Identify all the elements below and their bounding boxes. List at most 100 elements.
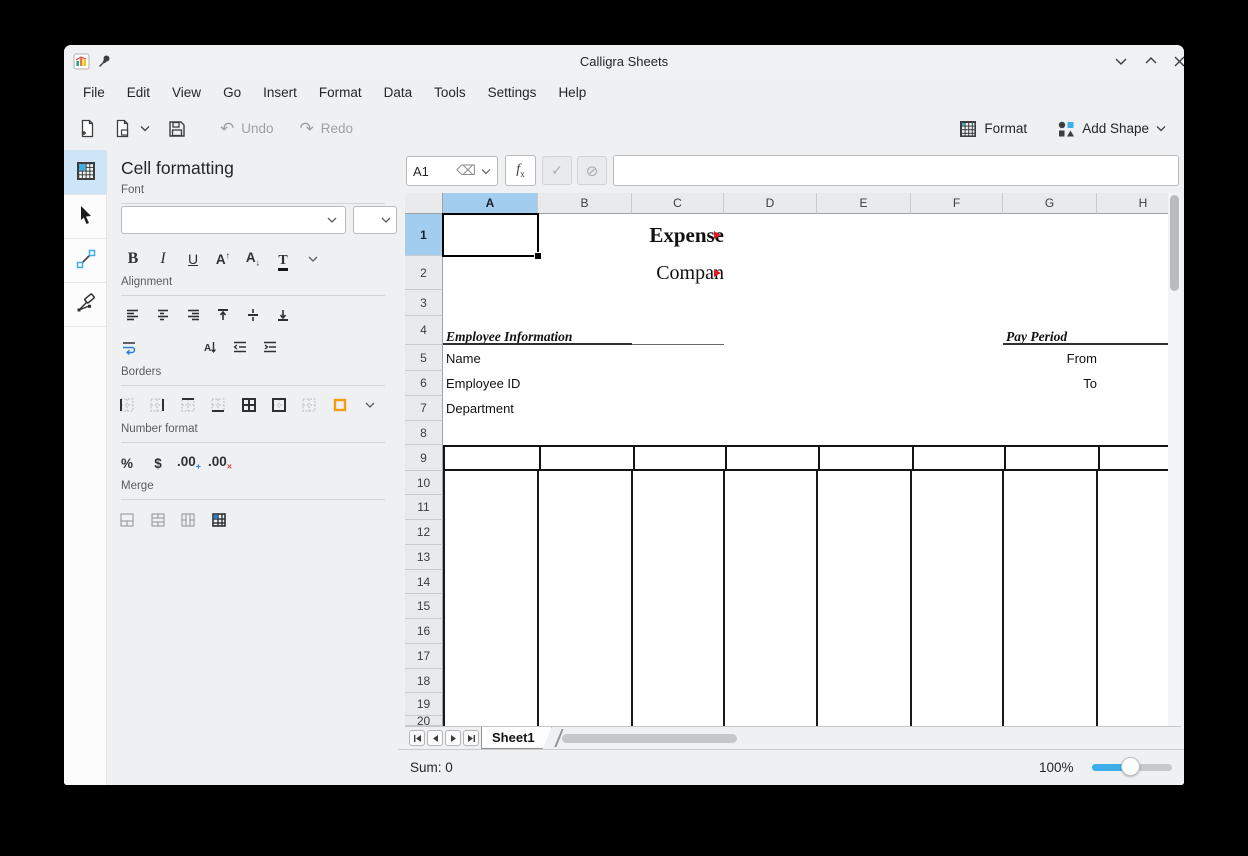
row-header-9[interactable]: 9	[405, 445, 443, 471]
border-outline-button[interactable]	[265, 392, 293, 418]
column-header-E[interactable]: E	[817, 193, 911, 214]
open-dropdown-chevron-icon[interactable]	[138, 115, 152, 143]
calligraphy-tool[interactable]	[64, 282, 107, 327]
table-header-date[interactable]	[445, 447, 540, 469]
last-sheet-button[interactable]	[463, 730, 479, 746]
more-button[interactable]	[299, 246, 327, 272]
zoom-slider-handle[interactable]	[1121, 757, 1140, 776]
border-top-button[interactable]	[174, 392, 202, 418]
clear-icon[interactable]: ⌫	[456, 163, 476, 179]
decrease-indent-button[interactable]	[226, 334, 254, 360]
more-button[interactable]	[356, 392, 384, 418]
save-button[interactable]	[164, 115, 190, 143]
menu-view[interactable]: View	[161, 81, 212, 104]
table-header-total[interactable]	[1099, 447, 1168, 469]
vertical-scrollbar-thumb[interactable]	[1170, 195, 1179, 291]
horizontal-scrollbar-thumb[interactable]	[562, 734, 737, 743]
selection-fill-handle[interactable]	[534, 252, 542, 260]
row-header-17[interactable]: 17	[405, 644, 443, 669]
border-none-button[interactable]	[295, 392, 323, 418]
selection-tool[interactable]	[64, 194, 107, 239]
open-document-button[interactable]	[109, 115, 136, 143]
align-center-horizontal-button[interactable]	[149, 302, 177, 328]
merge-horizontal-button[interactable]	[144, 507, 172, 533]
apply-button[interactable]: ✓	[542, 156, 572, 185]
align-left-button[interactable]	[119, 302, 147, 328]
menu-edit[interactable]: Edit	[116, 81, 161, 104]
row-header-10[interactable]: 10	[405, 471, 443, 495]
column-header-H[interactable]: H	[1097, 193, 1168, 214]
row-header-2[interactable]: 2	[405, 256, 443, 290]
row-header-3[interactable]: 3	[405, 290, 443, 316]
font-size-combo[interactable]	[353, 206, 397, 234]
maximize-button[interactable]	[1139, 50, 1163, 72]
connection-tool[interactable]	[64, 238, 107, 283]
next-sheet-button[interactable]	[445, 730, 461, 746]
cell-A7[interactable]: Department	[443, 396, 541, 421]
row-header-13[interactable]: 13	[405, 545, 443, 570]
angle-button[interactable]	[147, 334, 155, 360]
font-family-combo[interactable]	[121, 206, 346, 234]
align-center-vertical-button[interactable]	[239, 302, 267, 328]
zoom-slider[interactable]	[1092, 764, 1172, 771]
table-header-phone[interactable]	[913, 447, 1005, 469]
menu-settings[interactable]: Settings	[477, 81, 548, 104]
new-document-button[interactable]	[74, 115, 101, 143]
table-header-meal[interactable]	[726, 447, 819, 469]
align-right-button[interactable]	[179, 302, 207, 328]
menu-insert[interactable]: Insert	[252, 81, 308, 104]
cell-G4[interactable]: Pay Period	[1003, 316, 1100, 346]
column-header-G[interactable]: G	[1003, 193, 1097, 214]
row-header-14[interactable]: 14	[405, 570, 443, 594]
percent-button[interactable]: %	[113, 450, 141, 476]
previous-sheet-button[interactable]	[427, 730, 443, 746]
row-header-18[interactable]: 18	[405, 669, 443, 693]
increase-indent-button[interactable]	[256, 334, 284, 360]
sheet-tab-active[interactable]: Sheet1	[481, 727, 552, 749]
cell-ref-chevron-icon[interactable]	[481, 168, 491, 175]
row-header-7[interactable]: 7	[405, 396, 443, 421]
menu-format[interactable]: Format	[308, 81, 373, 104]
column-header-F[interactable]: F	[911, 193, 1003, 214]
vertical-scrollbar[interactable]	[1168, 193, 1181, 726]
shrink-font-button[interactable]: A↓	[239, 246, 267, 272]
border-bottom-button[interactable]	[204, 392, 232, 418]
increase-precision-button[interactable]: .00+	[175, 450, 203, 476]
bold-button[interactable]: B	[119, 246, 147, 272]
row-header-6[interactable]: 6	[405, 371, 443, 396]
table-header-transport[interactable]	[819, 447, 913, 469]
undo-button[interactable]: ↶ Undo	[216, 115, 278, 143]
cancel-button[interactable]: ⊘	[577, 156, 607, 185]
menu-go[interactable]: Go	[212, 81, 252, 104]
border-color-button[interactable]	[326, 392, 354, 418]
dissociate-cells-button[interactable]	[205, 507, 233, 533]
add-shape-button[interactable]: Add Shape	[1053, 115, 1170, 143]
format-button[interactable]: Format	[955, 115, 1031, 143]
cell-formatting-tool[interactable]	[64, 150, 107, 195]
close-button[interactable]	[1167, 50, 1184, 72]
row-header-11[interactable]: 11	[405, 495, 443, 520]
column-header-A[interactable]: A	[443, 193, 538, 214]
menu-file[interactable]: File	[72, 81, 116, 104]
menu-help[interactable]: Help	[547, 81, 597, 104]
cell-G5[interactable]: From	[1003, 345, 1109, 371]
border-left-button[interactable]	[113, 392, 141, 418]
table-header-description[interactable]	[540, 447, 634, 469]
table-header-misc[interactable]	[1005, 447, 1099, 469]
underline-button[interactable]: U	[179, 246, 207, 272]
minimize-button[interactable]	[1109, 50, 1133, 72]
row-header-4[interactable]: 4	[405, 316, 443, 345]
cell-reference-box[interactable]: A1 ⌫	[406, 156, 498, 186]
align-top-button[interactable]	[209, 302, 237, 328]
cell-A6[interactable]: Employee ID	[443, 371, 541, 396]
cell-G6[interactable]: To	[1003, 371, 1109, 396]
column-header-D[interactable]: D	[724, 193, 817, 214]
grow-font-button[interactable]: A↑	[209, 246, 237, 272]
wrap-text-button[interactable]	[115, 334, 143, 360]
menu-data[interactable]: Data	[373, 81, 424, 104]
formula-input[interactable]	[613, 155, 1179, 186]
row-header-16[interactable]: 16	[405, 619, 443, 644]
italic-button[interactable]: I	[149, 246, 177, 272]
row-header-20[interactable]: 20	[405, 716, 443, 726]
border-right-button[interactable]	[143, 392, 171, 418]
